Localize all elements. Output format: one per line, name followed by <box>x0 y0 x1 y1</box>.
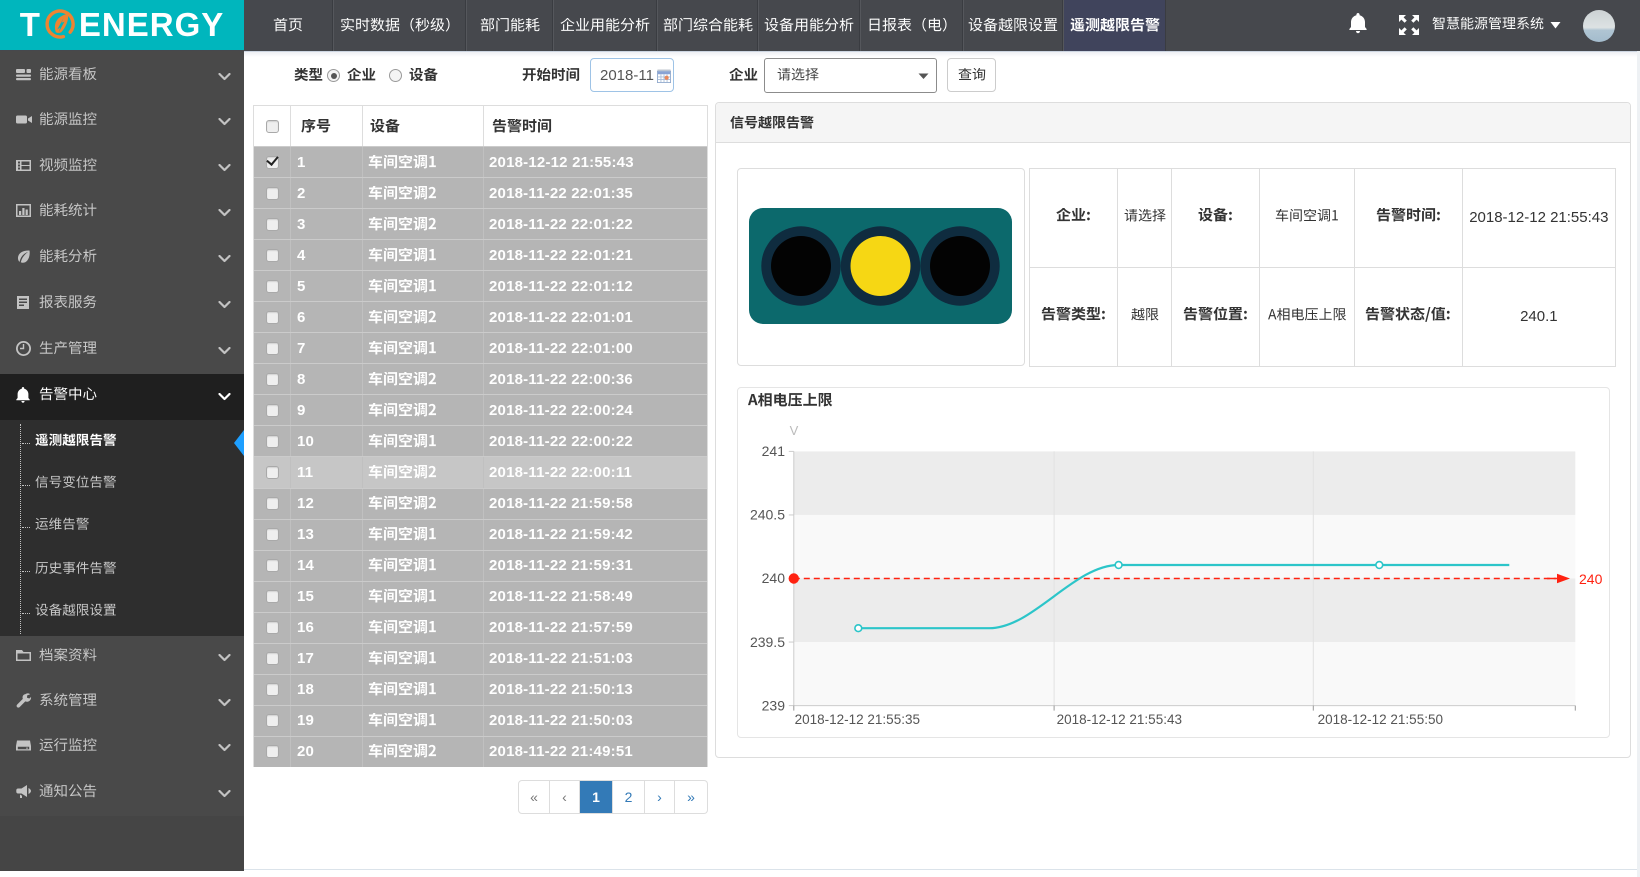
svg-text:2018-12-12 21:55:35: 2018-12-12 21:55:35 <box>795 712 920 727</box>
svg-text:V: V <box>790 423 799 438</box>
svg-text:241: 241 <box>762 443 786 459</box>
svg-text:240: 240 <box>1579 571 1603 587</box>
svg-text:239.5: 239.5 <box>750 634 785 650</box>
svg-text:240: 240 <box>762 570 786 586</box>
svg-text:240.5: 240.5 <box>750 507 785 523</box>
svg-text:2018-12-12 21:55:43: 2018-12-12 21:55:43 <box>1057 712 1182 727</box>
svg-text:239: 239 <box>762 697 786 713</box>
svg-text:2018-12-12 21:55:50: 2018-12-12 21:55:50 <box>1318 712 1443 727</box>
